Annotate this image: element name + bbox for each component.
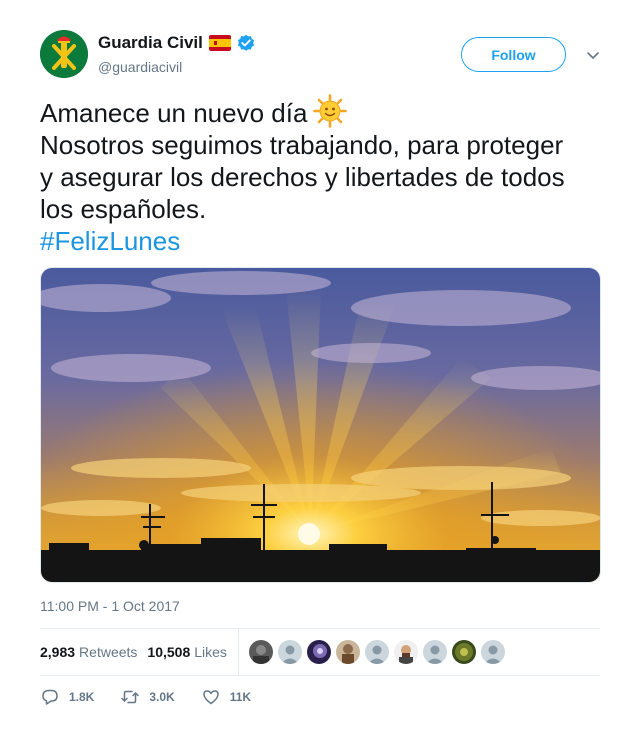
chevron-down-icon[interactable]	[585, 47, 601, 63]
author-avatar[interactable]	[40, 30, 88, 78]
tweet-actions: 1.8K 3.0K 11K	[40, 686, 277, 708]
liker-avatar[interactable]	[306, 640, 331, 664]
sunrise-photo	[41, 268, 600, 582]
liker-avatar[interactable]	[422, 640, 447, 664]
tweet-header: Guardia Civil @guardiacivil Follow	[40, 30, 600, 82]
tweet-text-line-4: los españoles.	[40, 194, 207, 224]
liker-avatar[interactable]	[335, 640, 360, 664]
tweet-media-image[interactable]	[40, 267, 601, 583]
likes-label: Likes	[194, 644, 227, 660]
tweet-text-line-1: Amanece un nuevo día	[40, 98, 308, 128]
likes-stat[interactable]: 10,508 Likes	[147, 644, 227, 660]
tweet-text-line-3: y asegurar los derechos y libertades de …	[40, 162, 565, 192]
likes-count: 10,508	[147, 644, 191, 660]
verified-badge-icon	[237, 34, 254, 51]
liker-avatar[interactable]	[364, 640, 389, 664]
heart-icon	[202, 690, 219, 705]
divider	[40, 675, 600, 676]
retweet-button[interactable]: 3.0K	[120, 687, 175, 707]
retweets-count: 2,983	[40, 644, 76, 660]
sun-with-face-icon	[313, 94, 348, 128]
follow-button[interactable]: Follow	[461, 37, 566, 72]
retweet-icon	[121, 690, 140, 704]
retweets-label: Retweets	[79, 644, 138, 660]
liker-avatars	[248, 640, 505, 664]
retweet-count: 3.0K	[149, 690, 175, 704]
reply-icon	[42, 689, 58, 705]
liker-avatar[interactable]	[277, 640, 302, 664]
tweet-line-1: Amanece un nuevo día	[40, 94, 605, 129]
spain-flag-icon	[208, 35, 231, 51]
author-display-name[interactable]: Guardia Civil	[98, 33, 203, 53]
reply-button[interactable]: 1.8K	[40, 687, 94, 707]
stats-separator	[237, 629, 239, 675]
liker-avatar[interactable]	[451, 640, 476, 664]
liker-avatar[interactable]	[393, 640, 418, 664]
author-handle[interactable]: @guardiacivil	[98, 59, 182, 75]
tweet-stats: 2,983 Retweets 10,508 Likes	[40, 629, 600, 675]
tweet-text: Amanece un nuevo día Nosotros seguimos t…	[40, 94, 605, 257]
tweet-timestamp[interactable]: 11:00 PM - 1 Oct 2017	[40, 598, 180, 614]
hashtag-link[interactable]: #FelizLunes	[40, 225, 605, 257]
reply-count: 1.8K	[69, 690, 95, 704]
tweet-text-line-2: Nosotros seguimos trabajando, para prote…	[40, 130, 564, 160]
name-row: Guardia Civil	[98, 33, 255, 53]
retweets-stat[interactable]: 2,983 Retweets	[40, 644, 137, 660]
like-count: 11K	[229, 690, 252, 704]
liker-avatar[interactable]	[480, 640, 505, 664]
liker-avatar[interactable]	[248, 640, 273, 664]
like-button[interactable]: 11K	[201, 687, 251, 707]
guardia-civil-emblem-icon	[40, 30, 88, 78]
